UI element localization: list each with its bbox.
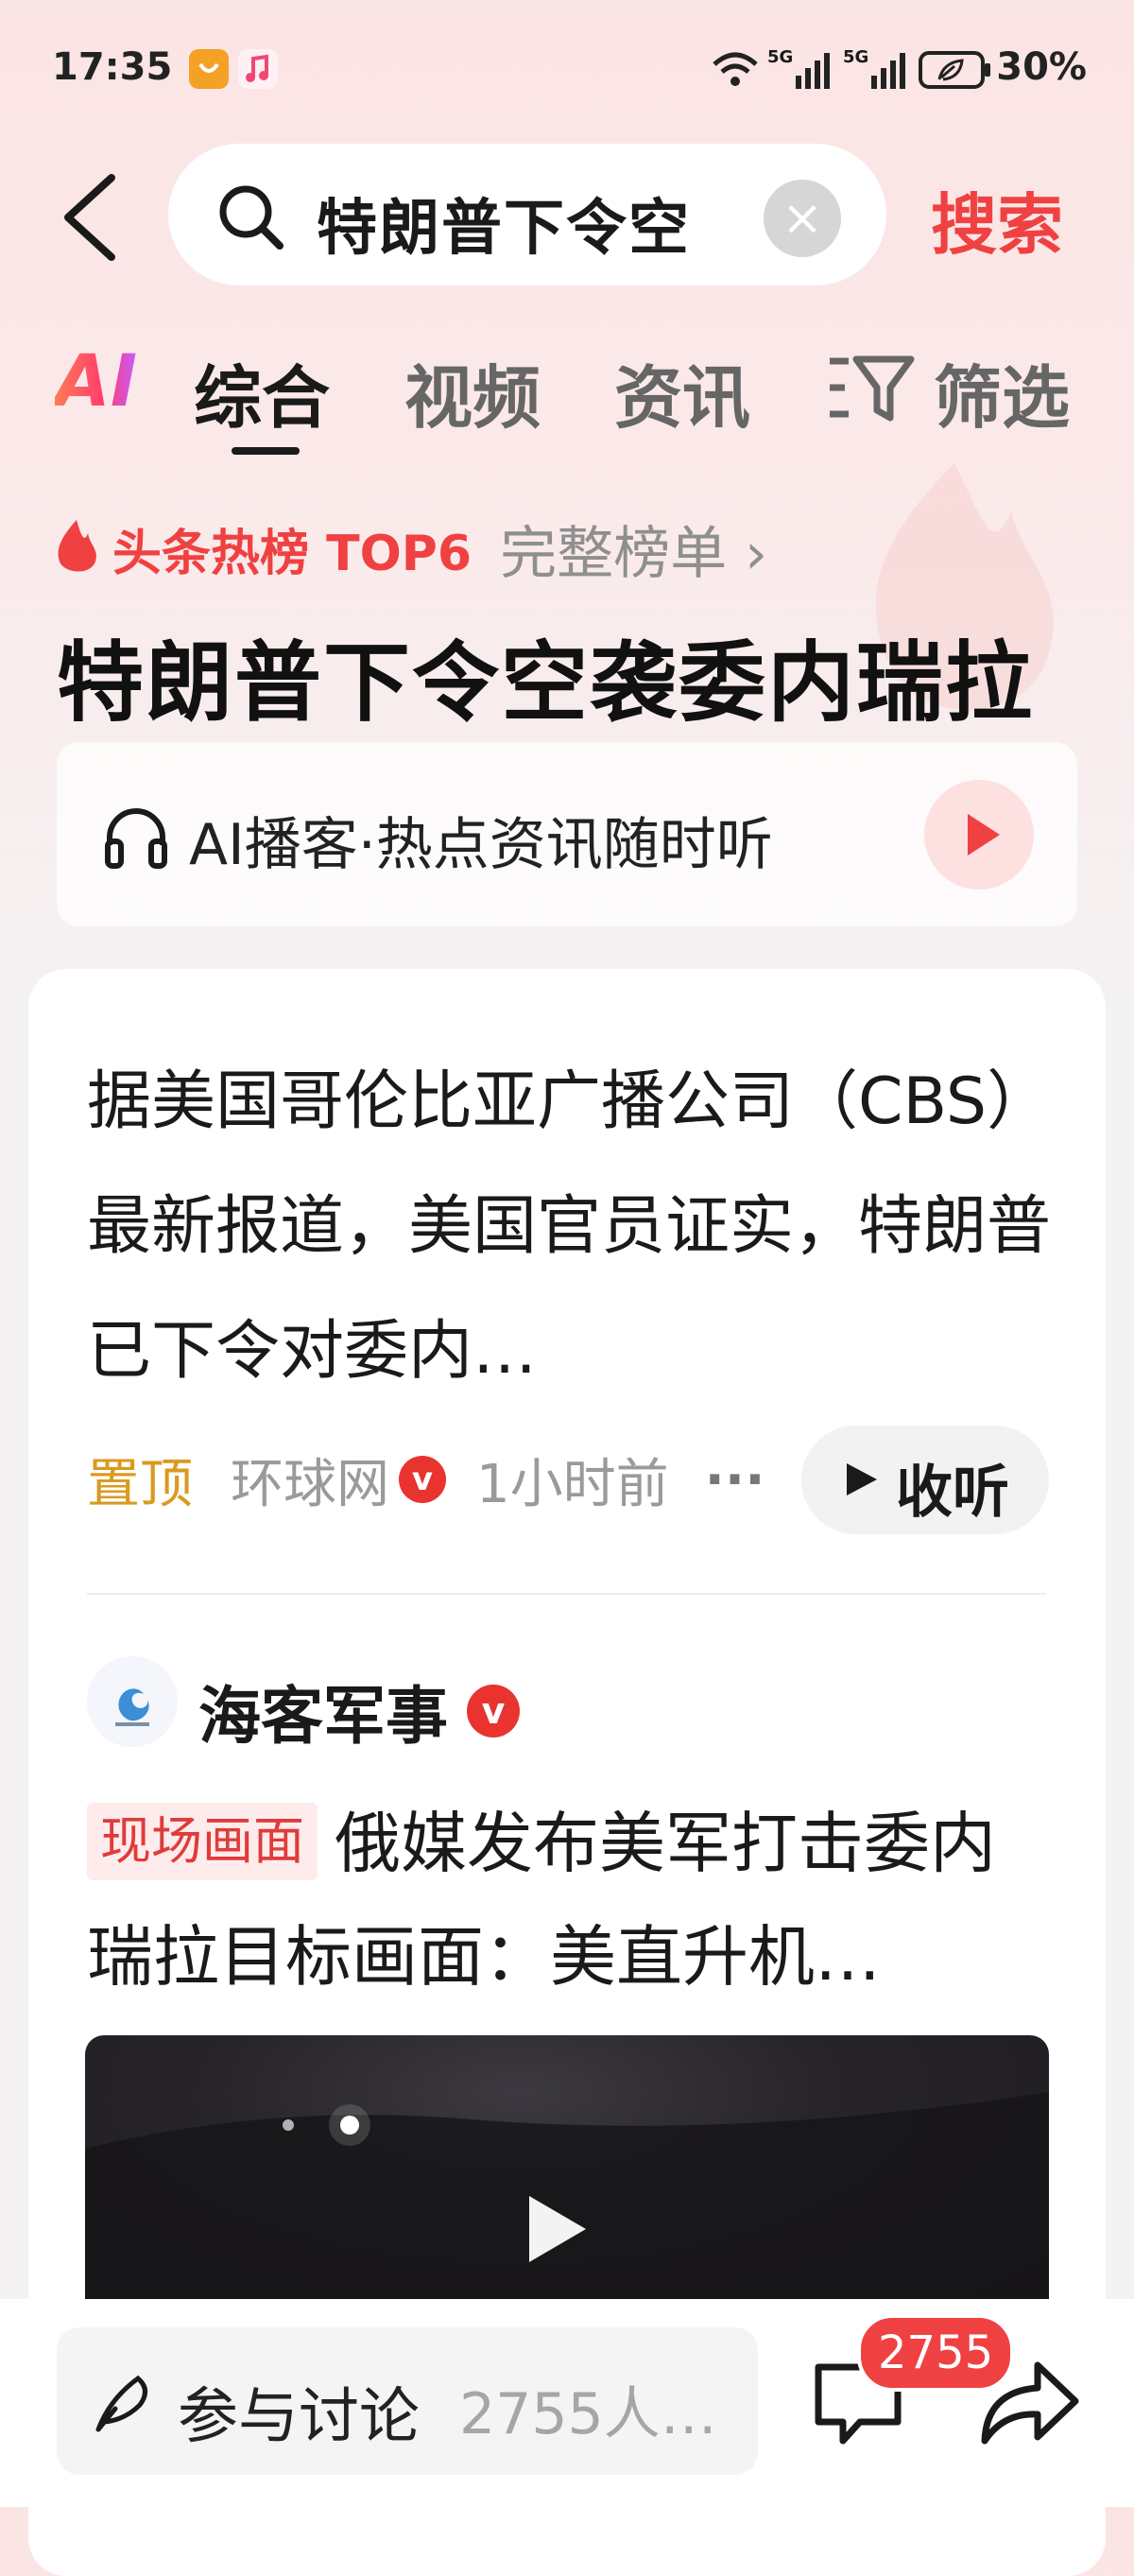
clear-icon[interactable]: × (764, 180, 841, 257)
avatar[interactable] (87, 1656, 178, 1747)
gesture-bar (0, 2496, 1134, 2507)
discussion-count: 2755人… (459, 2381, 717, 2447)
scene-tag: 现场画面 (87, 1803, 318, 1880)
verified-badge: v (399, 1456, 446, 1503)
signal-icon-2: 5G (843, 47, 909, 93)
author-line[interactable]: 海客军事 v (198, 1666, 520, 1756)
tab-filter[interactable]: 筛选 (934, 342, 1070, 441)
author-name: 海客军事 (198, 1680, 448, 1753)
battery-icon (919, 51, 992, 89)
search-input[interactable]: 特朗普下令空 (317, 180, 691, 267)
full-list-link[interactable]: 完整榜单 › (500, 508, 767, 590)
article-title[interactable]: 现场画面 俄媒发布美军打击委内瑞拉目标画面：美直升机… (87, 1787, 1051, 2014)
back-button[interactable] (57, 170, 123, 265)
active-tab-indicator (232, 447, 300, 455)
hot-rank-tag: 头条热榜 TOP6 (112, 525, 472, 582)
discussion-label: 参与讨论 (178, 2382, 420, 2452)
hot-rank-line[interactable]: 头条热榜 TOP6 完整榜单 › (52, 515, 767, 587)
signal-icon: 5G (767, 47, 833, 93)
music-app-icon (238, 49, 278, 89)
top-news-summary[interactable]: 据美国哥伦比亚广播公司（CBS）最新报道，美国官员证实，特朗普已下令对委内… (87, 1040, 1051, 1414)
publish-time: 1小时前 (476, 1453, 669, 1515)
verified-badge: v (467, 1685, 520, 1738)
filter-icon[interactable] (828, 352, 915, 424)
tab-comprehensive[interactable]: 综合 (194, 342, 330, 441)
headphones-icon (102, 804, 170, 872)
more-icon[interactable]: ··· (705, 1449, 765, 1511)
podcast-label: AI播客·热点资讯随时听 (189, 812, 773, 878)
tab-video[interactable]: 视频 (404, 342, 541, 441)
podcast-play-button[interactable] (924, 780, 1034, 890)
search-icon (215, 182, 287, 253)
share-icon[interactable] (977, 2354, 1081, 2448)
divider (87, 1593, 1046, 1595)
flame-icon (52, 518, 101, 579)
top-news-meta: 置顶 环球网 v 1小时前 ··· (87, 1446, 765, 1515)
video-thumbnail[interactable] (85, 2035, 1049, 2319)
listen-label: 收听 (896, 1460, 1009, 1526)
hot-topic-title[interactable]: 特朗普下令空袭委内瑞拉 (57, 613, 1034, 738)
search-button[interactable]: 搜索 (931, 172, 1063, 268)
pen-icon (91, 2371, 155, 2435)
source-name[interactable]: 环球网 (231, 1442, 389, 1518)
wifi-icon (711, 49, 760, 89)
status-time: 17:35 (52, 45, 173, 89)
notification-app-icon (189, 49, 229, 89)
pinned-label: 置顶 (87, 1453, 193, 1515)
tab-news[interactable]: 资讯 (614, 342, 750, 441)
battery-percent: 30% (996, 45, 1087, 89)
tab-ai[interactable]: AI (55, 338, 137, 423)
